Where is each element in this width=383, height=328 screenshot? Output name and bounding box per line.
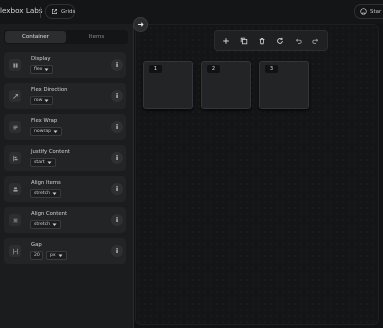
redo-icon bbox=[312, 37, 320, 45]
flex-item[interactable]: 3 bbox=[259, 61, 309, 109]
flex-item[interactable]: 2 bbox=[201, 61, 251, 109]
chevron-down-icon bbox=[53, 130, 58, 134]
justify-content-info-button[interactable]: i bbox=[111, 152, 123, 164]
display-label: Display bbox=[31, 56, 51, 62]
chevron-down-icon bbox=[47, 161, 52, 165]
item-number-badge: 3 bbox=[265, 65, 278, 73]
properties-panel: Container Items Display flex i Flex Dire… bbox=[0, 24, 134, 328]
grids-link-button[interactable]: Grids bbox=[45, 4, 75, 19]
redo-button[interactable] bbox=[310, 35, 322, 47]
chevron-down-icon bbox=[44, 68, 49, 72]
grids-label: Grids bbox=[61, 8, 76, 15]
panel-tabs: Container Items bbox=[4, 30, 128, 44]
align-items-select[interactable]: stretch bbox=[30, 189, 62, 198]
gap-icon bbox=[9, 245, 21, 257]
wrap-icon bbox=[9, 121, 21, 133]
chevron-down-icon bbox=[52, 223, 57, 227]
top-bar: lexbox Labs Grids Star bbox=[0, 0, 383, 24]
gap-info-button[interactable]: i bbox=[111, 245, 123, 257]
app-title: lexbox Labs bbox=[0, 6, 43, 15]
align-content-icon bbox=[9, 214, 21, 226]
reset-icon bbox=[276, 37, 284, 45]
gap-property: Gap 20 px i bbox=[4, 238, 126, 264]
reset-button[interactable] bbox=[274, 35, 286, 47]
canvas-toolbar bbox=[214, 30, 328, 51]
duplicate-icon bbox=[240, 37, 248, 45]
add-item-button[interactable] bbox=[220, 35, 232, 47]
justify-content-select[interactable]: start bbox=[30, 158, 56, 167]
undo-button[interactable] bbox=[292, 35, 304, 47]
justify-content-label: Justify Content bbox=[31, 149, 70, 155]
flex-direction-label: Flex Direction bbox=[31, 87, 68, 93]
chevron-down-icon bbox=[52, 192, 57, 196]
align-content-property: Align Content stretch i bbox=[4, 207, 126, 233]
display-property: Display flex i bbox=[4, 52, 126, 78]
divider bbox=[40, 7, 41, 18]
flex-item[interactable]: 1 bbox=[143, 61, 193, 109]
arrow-right-icon bbox=[137, 21, 144, 28]
external-link-icon bbox=[51, 8, 58, 15]
github-star-button[interactable]: Star bbox=[354, 4, 383, 19]
add-icon bbox=[222, 37, 230, 45]
align-items-label: Align Items bbox=[31, 180, 61, 186]
gap-unit-select[interactable]: px bbox=[46, 251, 67, 260]
justify-icon bbox=[9, 152, 21, 164]
delete-icon bbox=[258, 37, 266, 45]
align-content-info-button[interactable]: i bbox=[111, 214, 123, 226]
tab-items[interactable]: Items bbox=[66, 31, 127, 43]
flex-wrap-info-button[interactable]: i bbox=[111, 121, 123, 133]
align-items-info-button[interactable]: i bbox=[111, 183, 123, 195]
gap-label: Gap bbox=[31, 242, 42, 248]
item-number-badge: 1 bbox=[149, 65, 162, 73]
direction-icon bbox=[9, 90, 21, 102]
undo-icon bbox=[294, 37, 302, 45]
flex-direction-property: Flex Direction row i bbox=[4, 83, 126, 109]
align-content-label: Align Content bbox=[31, 211, 68, 217]
align-content-select[interactable]: stretch bbox=[30, 220, 62, 229]
align-items-property: Align Items stretch i bbox=[4, 176, 126, 202]
collapse-panel-button[interactable] bbox=[133, 17, 148, 32]
delete-item-button[interactable] bbox=[256, 35, 268, 47]
flex-wrap-property: Flex Wrap nowrap i bbox=[4, 114, 126, 140]
star-label: Star bbox=[370, 8, 382, 15]
github-icon bbox=[360, 8, 367, 15]
tab-container[interactable]: Container bbox=[5, 31, 66, 43]
display-icon bbox=[9, 59, 21, 71]
chevron-down-icon bbox=[44, 99, 49, 103]
flex-direction-select[interactable]: row bbox=[30, 96, 54, 105]
flex-direction-info-button[interactable]: i bbox=[111, 90, 123, 102]
duplicate-item-button[interactable] bbox=[238, 35, 250, 47]
chevron-down-icon bbox=[58, 254, 63, 258]
align-items-icon bbox=[9, 183, 21, 195]
flex-wrap-select[interactable]: nowrap bbox=[30, 127, 63, 136]
display-select[interactable]: flex bbox=[30, 65, 54, 74]
justify-content-property: Justify Content start i bbox=[4, 145, 126, 171]
flex-wrap-label: Flex Wrap bbox=[31, 118, 58, 124]
gap-value-input[interactable]: 20 bbox=[30, 251, 43, 260]
item-number-badge: 2 bbox=[207, 65, 220, 73]
display-info-button[interactable]: i bbox=[111, 59, 123, 71]
